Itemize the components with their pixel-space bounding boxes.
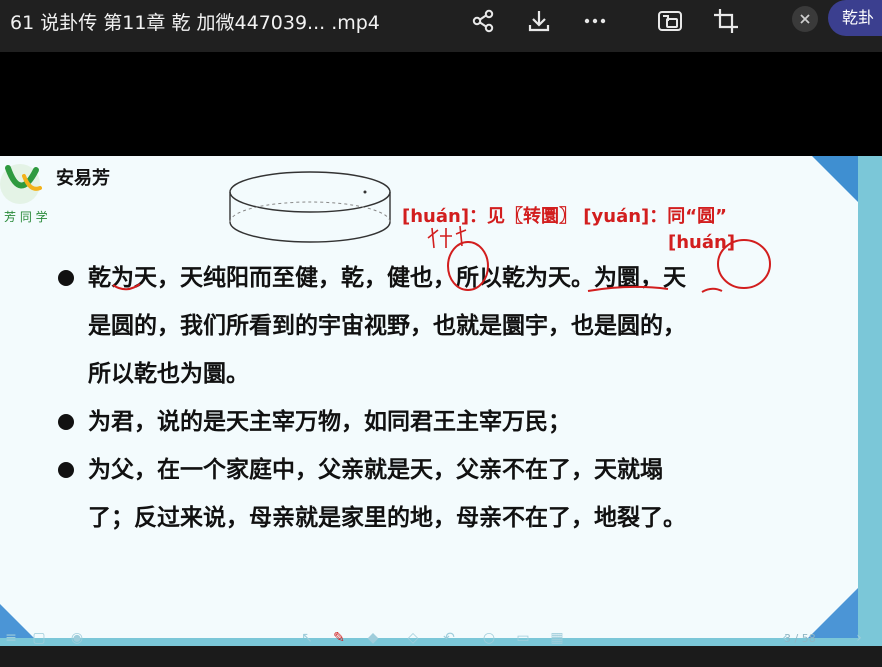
bullet-list: 乾为天，天纯阳而至健，乾，健也，所以乾为天。为圜，天 是圆的，我们所看到的宇宙视… [54,254,824,542]
download-icon[interactable] [524,6,554,36]
share-icon[interactable] [468,6,498,36]
crop-icon[interactable] [711,6,741,36]
picture-in-picture-icon[interactable] [655,6,685,36]
bullet-dot-icon [58,414,74,430]
bullet-item: 为君，说的是天主宰万物，如同君王主宰万民； [54,398,824,446]
letterbox-bottom [0,646,882,667]
close-icon[interactable] [792,6,818,32]
bullet-line: 为君，说的是天主宰万物，如同君王主宰万民； [88,409,571,435]
app-icon[interactable]: ◉ [68,628,86,648]
bullet-line: 是圆的，我们所看到的宇宙视野，也就是圜宇，也是圆的， [88,313,686,339]
next-page-icon[interactable]: › [850,628,868,648]
slide-canvas: 芳 同 学 安易芳 [huán]：见〖转圜〗 [yuán]：同“圆” [huán… [0,156,858,638]
color-icon[interactable]: ○ [480,628,498,648]
bullet-item: 乾为天，天纯阳而至健，乾，健也，所以乾为天。为圜，天 是圆的，我们所看到的宇宙视… [54,254,824,398]
tab-pill[interactable]: 乾卦 [828,0,882,36]
menu-icon[interactable]: ≡ [2,628,20,648]
eraser-icon[interactable]: ◇ [404,628,422,648]
pronunciation-note: [huán]：见〖转圜〗 [yuán]：同“圆” [402,206,727,227]
bullet-line: 乾为天，天纯阳而至健，乾，健也，所以乾为天。为圜，天 [88,265,686,291]
corner-decoration-top-right [812,156,858,202]
highlighter-icon[interactable]: ◆ [364,628,382,648]
author-name: 安易芳 [56,168,110,189]
zoom-icon[interactable]: ▭ [514,628,532,648]
video-title: 61 说卦传 第11章 乾 加微447039... .mp4 [10,12,380,34]
cylinder-diagram [229,171,391,243]
slide-frame: 芳 同 学 安易芳 [huán]：见〖转圜〗 [yuán]：同“圆” [huán… [0,156,882,646]
video-titlebar: 61 说卦传 第11章 乾 加微447039... .mp4 乾卦 [0,0,882,52]
letterbox-top [0,52,882,156]
bullet-line: 所以乾也为圜。 [88,361,249,387]
bullet-line: 为父，在一个家庭中，父亲就是天，父亲不在了，天就塌 [88,457,663,483]
pointer-icon[interactable]: ↖ [298,628,316,648]
undo-icon[interactable]: ↶ [440,628,458,648]
bullet-dot-icon [58,270,74,286]
slides-icon[interactable]: ▢ [30,628,48,648]
pronunciation-note-2: [huán] [668,232,736,253]
more-icon[interactable] [580,6,610,36]
bullet-item: 为父，在一个家庭中，父亲就是天，父亲不在了，天就塌 了；反过来说，母亲就是家里的… [54,446,824,542]
bullet-dot-icon [58,462,74,478]
pen-icon[interactable]: ✎ [330,628,348,648]
logo-text: 芳 同 学 [4,210,48,224]
page-indicator: 3 / 58 [784,632,816,645]
grid-icon[interactable]: ▦ [548,628,566,648]
bullet-line: 了；反过来说，母亲就是家里的地，母亲不在了，地裂了。 [88,505,686,531]
